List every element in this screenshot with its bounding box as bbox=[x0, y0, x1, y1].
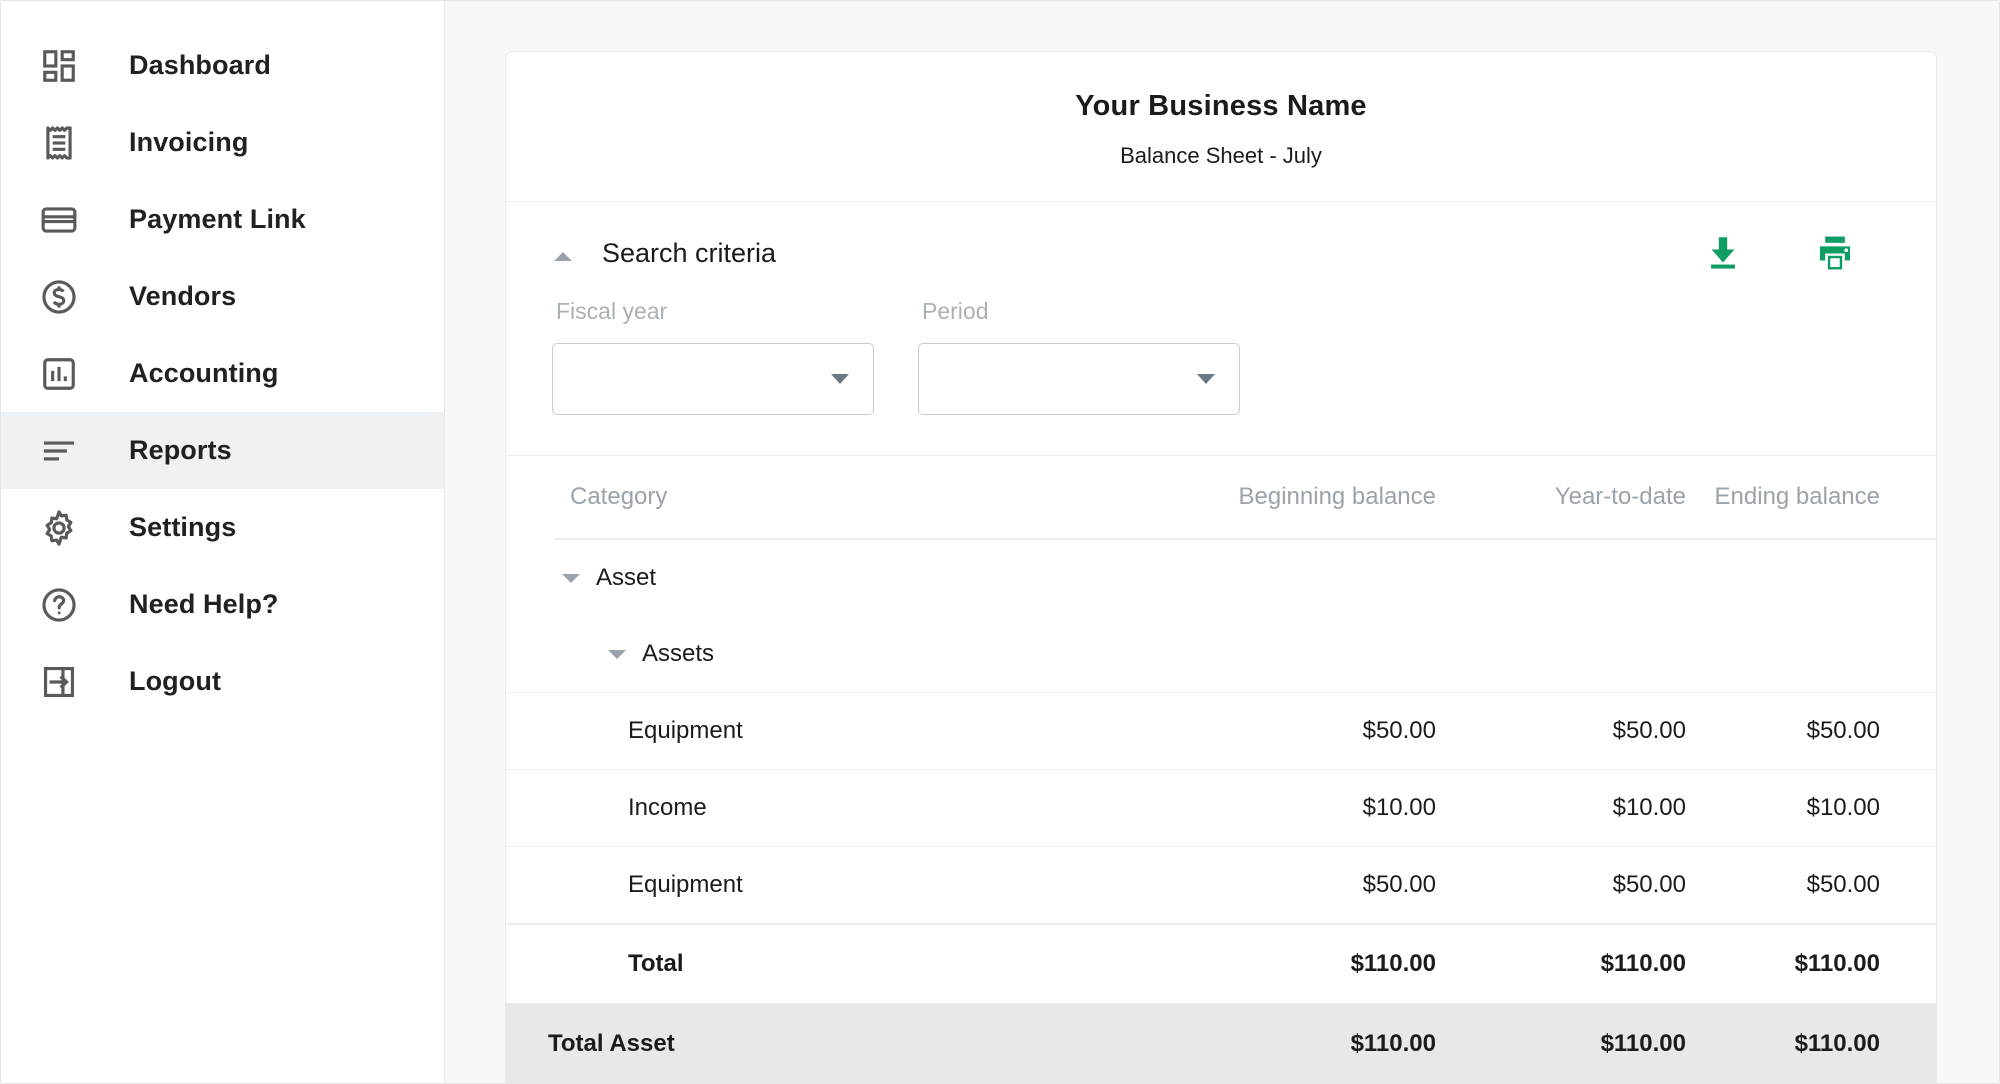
group-row-assets[interactable]: Assets bbox=[506, 616, 1936, 692]
triangle-down-icon[interactable] bbox=[562, 573, 580, 583]
column-header-category: Category bbox=[570, 483, 668, 510]
sidebar-item-label: Dashboard bbox=[129, 50, 271, 80]
sidebar-item-dashboard[interactable]: Dashboard bbox=[1, 27, 444, 104]
report-lines-icon bbox=[37, 429, 81, 473]
credit-card-icon bbox=[37, 198, 81, 242]
table-row[interactable]: Equipment $50.00 $50.00 $50.00 bbox=[506, 846, 1936, 923]
grand-total-ending-balance: $110.00 bbox=[1794, 1030, 1880, 1057]
group-label: Asset bbox=[596, 564, 657, 591]
sidebar-item-payment-link[interactable]: Payment Link bbox=[1, 181, 444, 258]
cell-ending-balance: $10.00 bbox=[1806, 794, 1880, 821]
cell-category: Equipment bbox=[628, 871, 743, 898]
search-criteria-title: Search criteria bbox=[602, 237, 777, 268]
fiscal-year-select[interactable] bbox=[552, 343, 874, 415]
grand-total-year-to-date: $110.00 bbox=[1600, 1030, 1686, 1057]
sidebar-item-settings[interactable]: Settings bbox=[1, 489, 444, 566]
sidebar-item-label: Logout bbox=[129, 666, 222, 696]
balance-sheet-table: Category Beginning balance Year-to-date … bbox=[506, 456, 1936, 1083]
report-header: Your Business Name Balance Sheet - July bbox=[506, 52, 1936, 202]
subtotal-year-to-date: $110.00 bbox=[1600, 950, 1686, 977]
sidebar-item-label: Settings bbox=[129, 512, 237, 542]
period-group: Period bbox=[918, 298, 1240, 415]
print-icon[interactable] bbox=[1812, 230, 1858, 276]
app-window: Dashboard Invoicing Payment Link Vendors… bbox=[0, 0, 2000, 1084]
subtotal-row: Total $110.00 $110.00 $110.00 bbox=[506, 923, 1936, 1003]
sidebar-item-vendors[interactable]: Vendors bbox=[1, 258, 444, 335]
main-content: Your Business Name Balance Sheet - July … bbox=[445, 1, 1999, 1083]
receipt-icon bbox=[37, 121, 81, 165]
sidebar-item-invoicing[interactable]: Invoicing bbox=[1, 104, 444, 181]
triangle-up-icon[interactable] bbox=[552, 245, 574, 267]
column-header-beginning-balance: Beginning balance bbox=[1238, 483, 1437, 510]
dollar-circle-icon bbox=[37, 275, 81, 319]
sidebar-item-label: Invoicing bbox=[129, 127, 249, 157]
sidebar-item-logout[interactable]: Logout bbox=[1, 643, 444, 720]
sidebar-item-label: Reports bbox=[129, 435, 232, 465]
gear-icon bbox=[37, 506, 81, 550]
triangle-down-icon[interactable] bbox=[608, 649, 626, 659]
business-name: Your Business Name bbox=[1075, 90, 1367, 122]
cell-beginning-balance: $50.00 bbox=[1362, 871, 1436, 898]
subtotal-label: Total bbox=[628, 950, 684, 977]
grand-total-beginning-balance: $110.00 bbox=[1350, 1030, 1436, 1057]
search-criteria-bar: Search criteria bbox=[506, 202, 1936, 276]
subtotal-beginning-balance: $110.00 bbox=[1350, 950, 1436, 977]
period-label: Period bbox=[922, 298, 989, 324]
group-row-asset[interactable]: Asset bbox=[506, 540, 1936, 616]
sidebar-item-label: Need Help? bbox=[129, 589, 279, 619]
dashboard-grid-icon bbox=[37, 44, 81, 88]
cell-beginning-balance: $10.00 bbox=[1362, 794, 1436, 821]
grand-total-label: Total Asset bbox=[548, 1030, 675, 1057]
chevron-down-icon bbox=[831, 374, 849, 384]
sidebar-item-accounting[interactable]: Accounting bbox=[1, 335, 444, 412]
sidebar-item-need-help[interactable]: Need Help? bbox=[1, 566, 444, 643]
chevron-down-icon bbox=[1197, 374, 1215, 384]
table-row[interactable]: Income $10.00 $10.00 $10.00 bbox=[506, 769, 1936, 846]
table-header-row: Category Beginning balance Year-to-date … bbox=[506, 456, 1936, 538]
sidebar-item-label: Payment Link bbox=[129, 204, 306, 234]
group-label: Assets bbox=[642, 640, 715, 667]
cell-ending-balance: $50.00 bbox=[1806, 871, 1880, 898]
column-header-year-to-date: Year-to-date bbox=[1554, 483, 1686, 510]
cell-year-to-date: $10.00 bbox=[1612, 794, 1686, 821]
bar-chart-box-icon bbox=[37, 352, 81, 396]
download-icon[interactable] bbox=[1700, 230, 1746, 276]
cell-category: Income bbox=[628, 794, 707, 821]
sidebar-item-reports[interactable]: Reports bbox=[1, 412, 444, 489]
report-actions bbox=[1700, 230, 1890, 276]
column-header-ending-balance: Ending balance bbox=[1714, 483, 1880, 510]
question-circle-icon bbox=[37, 583, 81, 627]
fiscal-year-label: Fiscal year bbox=[556, 298, 668, 324]
table-row[interactable]: Equipment $50.00 $50.00 $50.00 bbox=[506, 692, 1936, 769]
criteria-fields: Fiscal year Period bbox=[506, 276, 1936, 415]
cell-beginning-balance: $50.00 bbox=[1362, 717, 1436, 744]
cell-category: Equipment bbox=[628, 717, 743, 744]
cell-year-to-date: $50.00 bbox=[1612, 871, 1686, 898]
report-subtitle: Balance Sheet - July bbox=[1120, 143, 1322, 168]
grand-total-row: Total Asset $110.00 $110.00 $110.00 bbox=[506, 1003, 1936, 1083]
logout-arrow-icon bbox=[37, 660, 81, 704]
search-criteria-section: Search criteria Fiscal year Period bbox=[506, 202, 1936, 456]
sidebar: Dashboard Invoicing Payment Link Vendors… bbox=[1, 1, 445, 1083]
balance-sheet-card: Your Business Name Balance Sheet - July … bbox=[505, 51, 1937, 1083]
sidebar-item-label: Vendors bbox=[129, 281, 237, 311]
subtotal-ending-balance: $110.00 bbox=[1794, 950, 1880, 977]
sidebar-item-label: Accounting bbox=[129, 358, 279, 388]
table-header: Category Beginning balance Year-to-date … bbox=[506, 456, 1936, 538]
period-select[interactable] bbox=[918, 343, 1240, 415]
cell-ending-balance: $50.00 bbox=[1806, 717, 1880, 744]
fiscal-year-group: Fiscal year bbox=[552, 298, 874, 415]
cell-year-to-date: $50.00 bbox=[1612, 717, 1686, 744]
